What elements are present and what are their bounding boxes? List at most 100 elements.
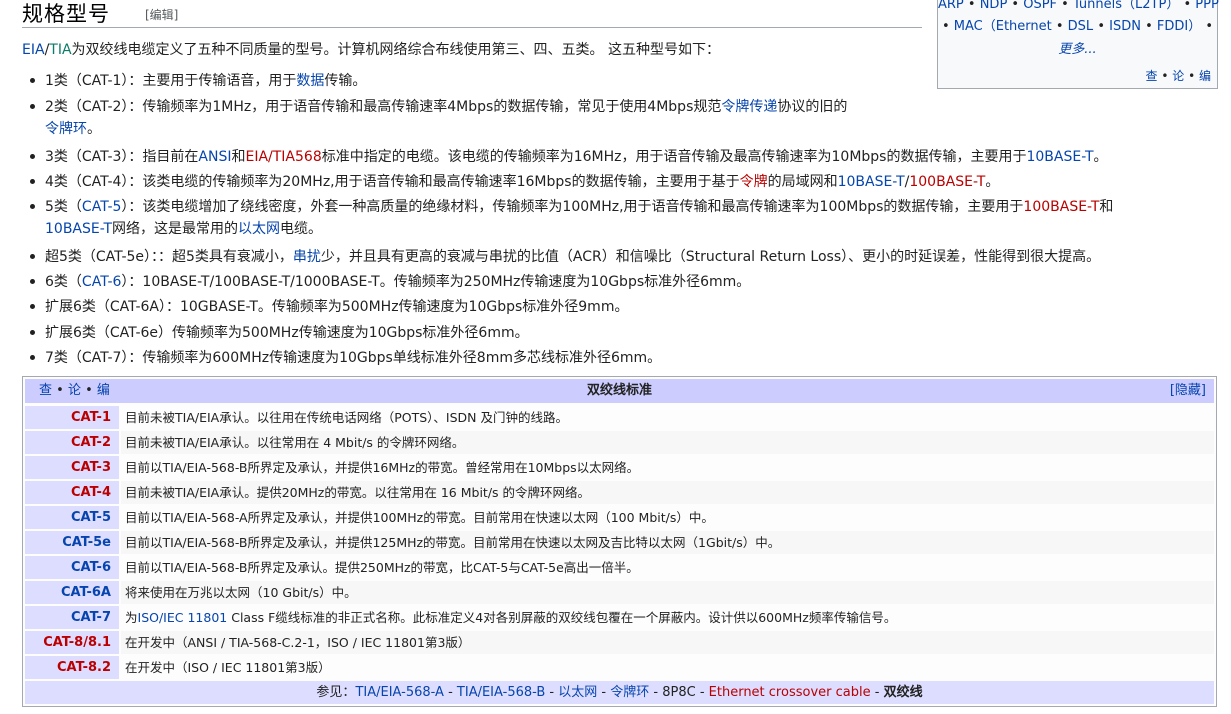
bullet-icon xyxy=(30,254,35,259)
data-link[interactable]: 数据 xyxy=(296,73,324,89)
100base-t-link[interactable]: 100BASE-T xyxy=(909,174,985,190)
table-row: CAT-3 目前以TIA/EIA-568-B所界定及承认，并提供16MHz的带宽。… xyxy=(25,456,1214,479)
table-row: CAT-6 目前以TIA/EIA-568-B所界定及承认。提供250MHz的带宽，… xyxy=(25,556,1214,579)
protocol-infobox: ARP • NDP • OSPF • Tunnels（L2TP） • PPP •… xyxy=(937,0,1219,89)
navbox-group-label[interactable]: CAT-2 xyxy=(25,431,119,454)
infobox-link-tunnels[interactable]: Tunnels（L2TP） xyxy=(1073,0,1179,12)
footer-link-ethernet[interactable]: 以太网 xyxy=(558,685,597,700)
eia-link[interactable]: EIA xyxy=(22,42,45,58)
tia-link[interactable]: TIA xyxy=(49,42,71,58)
navbox-row-text: 目前未被TIA/EIA承认。以往常用在 4 Mbit/s 的令牌环网络。 xyxy=(121,431,1214,454)
eia-tia568-link[interactable]: EIA/TIA568 xyxy=(245,149,321,165)
iso-iec-11801-link[interactable]: ISO/IEC 11801 xyxy=(138,610,228,625)
separator: • xyxy=(1093,19,1110,34)
hide-toggle[interactable]: [隐藏] xyxy=(1170,379,1206,403)
navbox-row-text: 目前未被TIA/EIA承认。提供20MHz的带宽。以往常用在 16 Mbit/s… xyxy=(121,481,1214,504)
separator: • xyxy=(1140,19,1157,34)
navbox-group-label[interactable]: CAT-8.2 xyxy=(25,656,119,679)
table-row: CAT-5 目前以TIA/EIA-568-A所界定及承认，并提供100MHz的带宽… xyxy=(25,506,1214,529)
navbox-row-text: 在开发中（ANSI / TIA-568-C.2-1，ISO / IEC 1180… xyxy=(121,631,1214,654)
navbox-group-label[interactable]: CAT-6A xyxy=(25,581,119,604)
navbox-row-text: 目前以TIA/EIA-568-B所界定及承认。提供250MHz的带宽，比CAT-… xyxy=(125,560,639,575)
table-row: CAT-5e 目前以TIA/EIA-568-B所界定及承认，并提供125MHz的带… xyxy=(25,531,1214,554)
table-row: CAT-6A 将来使用在万兆以太网（10 Gbit/s）中。 xyxy=(25,581,1214,604)
navbox-group-label[interactable]: CAT-3 xyxy=(25,456,119,479)
navbox-footer: 参见：TIA/EIA-568-A - TIA/EIA-568-B - 以太网 -… xyxy=(25,681,1214,704)
section-title: 规格型号 xyxy=(22,2,110,26)
navbox-row-text: 目前以TIA/EIA-568-B所界定及承认，并提供16MHz的带宽。曾经常用在… xyxy=(125,460,640,475)
token-link[interactable]: 令牌 xyxy=(740,174,768,190)
ethernet-link[interactable]: 以太网 xyxy=(238,221,280,237)
separator: • xyxy=(1179,0,1196,12)
infobox-link-arp[interactable]: ARP xyxy=(938,0,964,12)
vte-edit-link[interactable]: 编 xyxy=(1199,69,1211,83)
vte-edit-link[interactable]: 编 xyxy=(97,383,110,398)
bullet-icon xyxy=(30,304,35,309)
infobox-more-link[interactable]: 更多... xyxy=(1058,42,1096,57)
infobox-link-ppp[interactable]: PPP xyxy=(1195,0,1219,12)
10base-t-link[interactable]: 10BASE-T xyxy=(45,221,112,237)
footer-current: 双绞线 xyxy=(883,685,923,700)
infobox-link-fddi[interactable]: FDDI） xyxy=(1157,19,1201,34)
edit-link[interactable]: [编辑] xyxy=(145,6,178,23)
crosstalk-link[interactable]: 串扰 xyxy=(293,249,321,265)
table-row: CAT-2 目前未被TIA/EIA承认。以往常用在 4 Mbit/s 的令牌环网络… xyxy=(25,431,1214,454)
navbox-group-label[interactable]: CAT-5 xyxy=(25,506,119,529)
intro-paragraph: EIA/TIA为双绞线电缆定义了五种不同质量的型号。计算机网络综合布线使用第三、… xyxy=(22,39,922,59)
table-row: CAT-1 目前未被TIA/EIA承认。以往用在传统电话网络（POTS）、ISDN… xyxy=(25,406,1214,429)
table-row: CAT-7 为ISO/IEC 11801 Class F缆线标准的非正式名称。此标… xyxy=(25,606,1214,629)
navbox-row-text: 目前未被TIA/EIA承认。以往用在传统电话网络（POTS）、ISDN 及门钟的… xyxy=(125,410,568,425)
bullet-icon xyxy=(30,355,35,360)
cat5-link[interactable]: CAT-5 xyxy=(82,199,122,215)
infobox-link-isdn[interactable]: ISDN xyxy=(1109,19,1141,34)
infobox-link-ospf[interactable]: OSPF xyxy=(1023,0,1057,12)
separator: • xyxy=(963,0,980,12)
vte-view-link[interactable]: 查 xyxy=(1146,69,1158,83)
bullet-icon xyxy=(30,279,35,284)
bullet-icon xyxy=(30,330,35,335)
10base-t-link[interactable]: 10BASE-T xyxy=(1026,149,1093,165)
navbox-row-text: 目前以TIA/EIA-568-A所界定及承认，并提供100MHz的带宽。目前常用… xyxy=(125,510,714,525)
navbox-group-label[interactable]: CAT-1 xyxy=(25,406,119,429)
twisted-pair-navbox: 查 • 论 • 编 双绞线标准 [隐藏] CAT-1 目前未被TIA/EIA承认。… xyxy=(22,376,1217,707)
navbox-group-label[interactable]: CAT-8/8.1 xyxy=(25,631,119,654)
10base-t-link[interactable]: 10BASE-T xyxy=(838,174,905,190)
navbox-group-label[interactable]: CAT-5e xyxy=(25,531,119,554)
infobox-row-2: • MAC（Ethernet • DSL • ISDN • FDDI） • xyxy=(938,15,1217,34)
navbox-row-text: 目前以TIA/EIA-568-B所界定及承认，并提供125MHz的带宽。目前常用… xyxy=(121,531,1214,554)
cat6-link[interactable]: CAT-6 xyxy=(82,274,122,290)
navbox-row-text: 将来使用在万兆以太网（10 Gbit/s）中。 xyxy=(121,581,1214,604)
navbox-row-text: 在开发中（ISO / IEC 11801第3版） xyxy=(125,660,331,675)
token-ring-link[interactable]: 令牌环 xyxy=(45,121,87,137)
see-also-label: 参见： xyxy=(316,685,356,700)
infobox-link-mac[interactable]: MAC（Ethernet xyxy=(954,19,1052,34)
navbox-group-label[interactable]: CAT-4 xyxy=(25,481,119,504)
intro-text: 为双绞线电缆定义了五种不同质量的型号。计算机网络综合布线使用第三、四、五类。 这… xyxy=(71,42,720,58)
section-heading: 规格型号 [编辑] xyxy=(22,0,922,28)
infobox-link-dsl[interactable]: DSL xyxy=(1068,19,1094,34)
table-row: CAT-8.2 在开发中（ISO / IEC 11801第3版） xyxy=(25,656,1214,679)
vte-talk-link[interactable]: 论 xyxy=(1172,69,1184,83)
vte-talk-link[interactable]: 论 xyxy=(68,383,81,398)
navbox-group-label[interactable]: CAT-7 xyxy=(25,606,119,629)
100base-t-link[interactable]: 100BASE-T xyxy=(1023,199,1099,215)
footer-link-token-ring[interactable]: 令牌环 xyxy=(610,685,649,700)
token-passing-link[interactable]: 令牌传递 xyxy=(721,99,777,115)
separator: • xyxy=(941,19,954,34)
table-row: CAT-4 目前未被TIA/EIA承认。提供20MHz的带宽。以往常用在 16 M… xyxy=(25,481,1214,504)
separator: • xyxy=(1201,19,1214,34)
navbox-title: 双绞线标准 xyxy=(586,383,652,398)
footer-link-568b[interactable]: TIA/EIA-568-B xyxy=(457,685,545,700)
navbox-vte: 查 • 论 • 编 xyxy=(39,383,110,398)
footer-link-crossover[interactable]: Ethernet crossover cable xyxy=(709,685,871,700)
ansi-link[interactable]: ANSI xyxy=(198,149,231,165)
navbox-title-bar: 查 • 论 • 编 双绞线标准 [隐藏] xyxy=(25,379,1214,403)
navbox-group-label[interactable]: CAT-6 xyxy=(25,556,119,579)
footer-link-568a[interactable]: TIA/EIA-568-A xyxy=(355,685,444,700)
infobox-vte: 查 • 论 • 编 xyxy=(1145,69,1211,83)
bullet-icon xyxy=(30,204,35,209)
bullet-icon xyxy=(30,104,35,109)
infobox-link-ndp[interactable]: NDP xyxy=(980,0,1008,12)
infobox-row-1: ARP • NDP • OSPF • Tunnels（L2TP） • PPP xyxy=(938,0,1219,12)
vte-view-link[interactable]: 查 xyxy=(39,383,52,398)
